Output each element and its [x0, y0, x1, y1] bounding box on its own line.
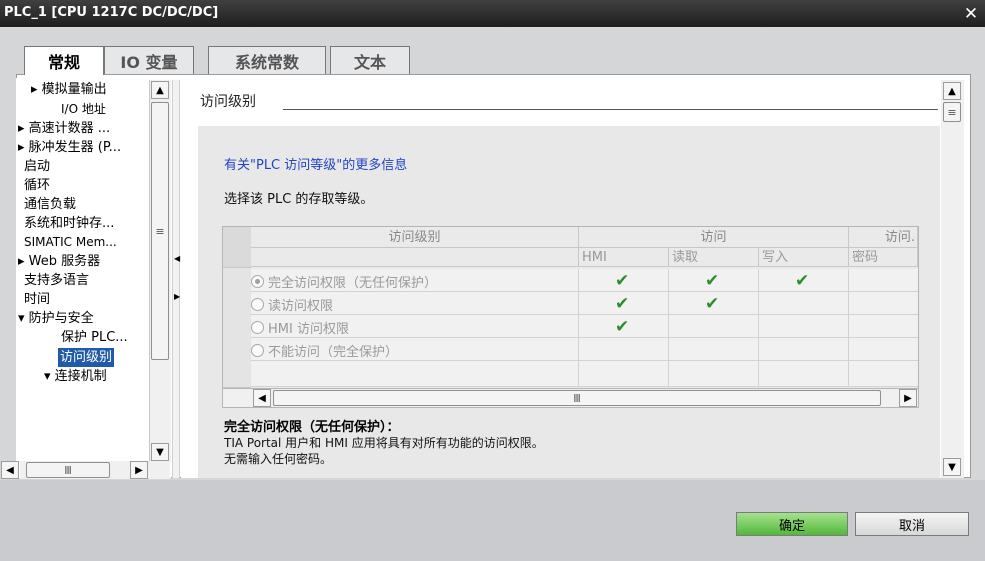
- section-title: 访问级别: [200, 94, 256, 110]
- tab-io-tags[interactable]: IO 变量: [104, 46, 194, 74]
- nav-item-time[interactable]: 时间: [24, 290, 50, 309]
- window-title: PLC_1 [CPU 1217C DC/DC/DC]: [4, 5, 219, 20]
- radio-button[interactable]: [251, 298, 264, 311]
- header-access-password: 访问.: [849, 227, 918, 248]
- header-access: 访问: [579, 227, 849, 248]
- table-scroll-right-icon[interactable]: ▶: [899, 389, 917, 407]
- radio-full-access[interactable]: 完全访问权限（无任何保护）: [251, 272, 437, 291]
- subheader-hmi: HMI: [579, 248, 669, 267]
- nav-item-cycle[interactable]: 循环: [24, 176, 50, 195]
- nav-scroll-right-icon[interactable]: ▶: [130, 461, 148, 479]
- table-row[interactable]: 完全访问权限（无任何保护） ✔ ✔ ✔: [251, 269, 918, 292]
- title-bar: PLC_1 [CPU 1217C DC/DC/DC] ✕: [0, 0, 985, 27]
- check-icon: ✔: [705, 271, 720, 291]
- table-row[interactable]: HMI 访问权限 ✔: [251, 315, 918, 338]
- close-icon[interactable]: ✕: [957, 0, 985, 27]
- panel-scroll-thumb[interactable]: ≡: [943, 102, 961, 122]
- radio-label: HMI 访问权限: [268, 322, 349, 337]
- nav-scroll-down-icon[interactable]: ▼: [151, 443, 169, 461]
- section-divider: [283, 109, 938, 110]
- tab-texts[interactable]: 文本: [330, 46, 410, 74]
- table-hscroll-thumb[interactable]: Ⅲ: [273, 390, 881, 406]
- nav-item-pulse-generator[interactable]: ▸ 脉冲发生器 (P...: [18, 138, 121, 157]
- nav-item-hsc[interactable]: ▸ 高速计数器 ...: [18, 119, 110, 138]
- subheader-write: 写入: [759, 248, 849, 267]
- nav-hscroll-thumb[interactable]: Ⅲ: [26, 462, 110, 478]
- nav-item-system-clock-memory[interactable]: 系统和时钟存...: [24, 214, 114, 233]
- expand-right-icon[interactable]: ▶: [174, 292, 180, 301]
- description-line-1: TIA Portal 用户和 HMI 应用将具有对所有功能的访问权限。: [224, 436, 544, 450]
- radio-label: 读访问权限: [268, 299, 334, 314]
- table-scroll-left-icon[interactable]: ◀: [253, 389, 271, 407]
- nav-item-comm-load[interactable]: 通信负载: [24, 195, 76, 214]
- tab-general[interactable]: 常规: [24, 46, 104, 75]
- table-corner: [223, 227, 251, 268]
- nav-item-connection-mechanisms[interactable]: ▾ 连接机制: [44, 367, 107, 386]
- collapse-left-icon[interactable]: ◀: [174, 254, 180, 263]
- radio-read-access[interactable]: 读访问权限: [251, 295, 333, 314]
- nav-item-simatic-memory[interactable]: SIMATIC Mem...: [24, 233, 117, 252]
- check-icon: ✔: [615, 294, 630, 314]
- nav-item-multilingual[interactable]: 支持多语言: [24, 271, 89, 290]
- subheader-password: 密码: [849, 248, 918, 267]
- cancel-button[interactable]: 取消: [855, 512, 969, 536]
- nav-item-startup[interactable]: 启动: [24, 157, 50, 176]
- nav-item-protect-plc[interactable]: 保护 PLC...: [61, 328, 128, 347]
- panel-vertical-scrollbar[interactable]: ▲ ≡ ▼: [941, 80, 964, 478]
- radio-button[interactable]: [251, 275, 264, 288]
- nav-vertical-scrollbar[interactable]: ▲ ≡ ▼: [149, 80, 171, 462]
- nav-scroll-left-icon[interactable]: ◀: [1, 461, 19, 479]
- nav-item-access-level[interactable]: 访问级别: [58, 348, 115, 367]
- radio-label: 完全访问权限（无任何保护）: [268, 276, 438, 291]
- radio-label: 不能访问（完全保护）: [268, 345, 399, 360]
- nav-item-io-address[interactable]: I/O 地址: [61, 100, 106, 119]
- access-level-table: 访问级别 访问 访问. HMI 读取 写入 密码 完全访问权限（无任何保护） ✔…: [222, 226, 919, 389]
- nav-scroll-up-icon[interactable]: ▲: [151, 81, 169, 99]
- check-icon: ✔: [795, 271, 810, 291]
- properties-window: PLC_1 [CPU 1217C DC/DC/DC] ✕ 常规 IO 变量 系统…: [0, 0, 985, 561]
- nav-item-protection-security[interactable]: ▾ 防护与安全: [18, 309, 94, 328]
- table-row-empty: [251, 361, 918, 387]
- row-headers: [223, 268, 251, 388]
- table-horizontal-scrollbar[interactable]: ◀ Ⅲ ▶: [222, 389, 919, 408]
- panel-scroll-down-icon[interactable]: ▼: [943, 458, 961, 476]
- select-access-label: 选择该 PLC 的存取等级。: [224, 192, 374, 207]
- panel-scroll-up-icon[interactable]: ▲: [943, 82, 961, 100]
- table-row[interactable]: 不能访问（完全保护）: [251, 338, 918, 361]
- description-title: 完全访问权限（无任何保护）：: [224, 420, 400, 435]
- nav-scroll-thumb[interactable]: ≡: [151, 102, 169, 360]
- radio-button[interactable]: [251, 321, 264, 334]
- check-icon: ✔: [615, 271, 630, 291]
- radio-button[interactable]: [251, 344, 264, 357]
- tab-system-constants[interactable]: 系统常数: [208, 46, 326, 74]
- nav-item-web-server[interactable]: ▸ Web 服务器: [18, 252, 100, 271]
- header-access-level: 访问级别: [251, 227, 579, 248]
- radio-hmi-access[interactable]: HMI 访问权限: [251, 318, 349, 337]
- subheader-blank: [251, 248, 579, 267]
- navigation-tree: ▸ 模拟量输出 I/O 地址 ▸ 高速计数器 ... ▸ 脉冲发生器 (P...…: [16, 78, 171, 478]
- more-info-link[interactable]: 有关"PLC 访问等级"的更多信息: [224, 154, 407, 173]
- nav-item-analog-output[interactable]: ▸ 模拟量输出: [31, 80, 107, 99]
- nav-horizontal-scrollbar[interactable]: ◀ Ⅲ ▶: [1, 461, 170, 479]
- check-icon: ✔: [705, 294, 720, 314]
- subheader-read: 读取: [669, 248, 759, 267]
- panel-splitter[interactable]: ◀ ▶: [172, 80, 180, 478]
- ok-button[interactable]: 确定: [736, 512, 848, 536]
- description-line-2: 无需输入任何密码。: [224, 452, 333, 466]
- check-icon: ✔: [615, 317, 630, 337]
- table-row[interactable]: 读访问权限 ✔ ✔: [251, 292, 918, 315]
- radio-no-access[interactable]: 不能访问（完全保护）: [251, 341, 398, 360]
